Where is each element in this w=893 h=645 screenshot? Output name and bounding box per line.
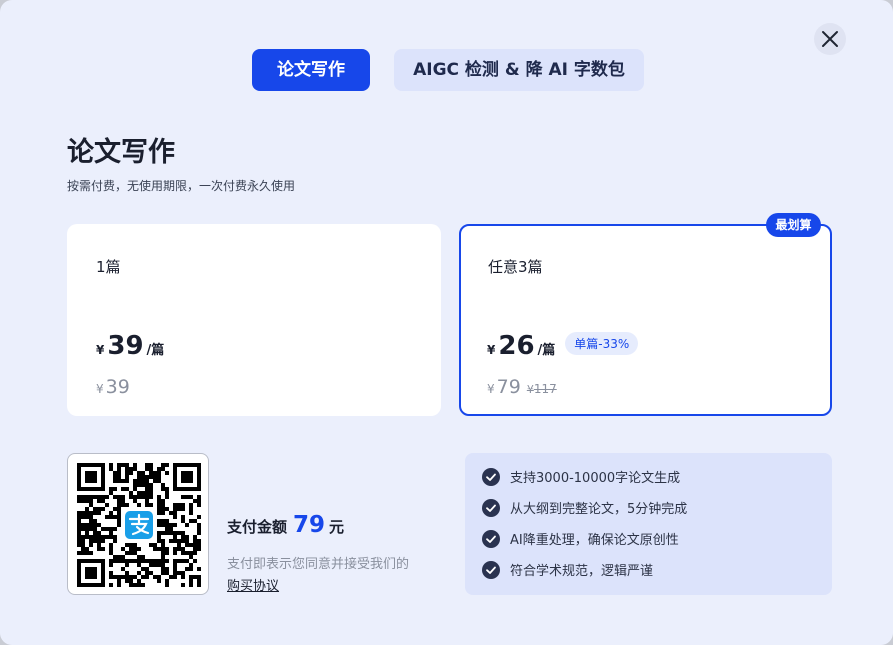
currency-symbol: ¥ — [487, 343, 496, 357]
plan-card-single[interactable]: 1篇 ¥ 39 /篇 ¥ 39 — [67, 224, 441, 416]
section-title: 论文写作 — [67, 137, 175, 168]
check-circle-icon — [482, 498, 500, 517]
check-circle-icon — [482, 560, 500, 579]
feature-text: 从大纲到完整论文，5分钟完成 — [510, 502, 688, 517]
payment-amount: 79 — [293, 512, 326, 538]
total-amount: 39 — [105, 376, 130, 398]
purchase-modal: 论文写作 AIGC 检测 & 降 AI 字数包 论文写作 按需付费，无使用期限，… — [0, 0, 893, 645]
close-button[interactable] — [814, 23, 846, 55]
original-price: ¥117 — [527, 382, 557, 396]
feature-text: 支持3000-10000字论文生成 — [510, 471, 681, 486]
purchase-agreement-link[interactable]: 购买协议 — [227, 575, 279, 594]
discount-badge: 单篇-33% — [565, 331, 639, 355]
currency-symbol: ¥ — [96, 343, 105, 357]
payment-qr-code — [67, 453, 209, 595]
check-circle-icon — [482, 529, 500, 548]
plan-price: ¥ 26 /篇 单篇-33% — [487, 331, 639, 361]
agreement-text: 支付即表示您同意并接受我们的 — [227, 557, 410, 572]
plan-price: ¥ 39 /篇 — [96, 331, 164, 361]
total-currency: ¥ — [487, 382, 495, 396]
close-icon — [822, 31, 838, 47]
section-subtitle: 按需付费，无使用期限，一次付费永久使用 — [67, 179, 296, 193]
original-currency: ¥ — [526, 383, 534, 396]
check-circle-icon — [482, 467, 500, 486]
best-value-badge: 最划算 — [766, 213, 821, 237]
payment-unit: 元 — [329, 518, 345, 536]
alipay-qr-code — [77, 463, 201, 587]
total-currency: ¥ — [96, 382, 104, 396]
plan-name: 1篇 — [96, 258, 121, 276]
feature-list: 支持3000-10000字论文生成 从大纲到完整论文，5分钟完成 AI降重处理，… — [465, 453, 832, 595]
payment-label: 支付金额 — [227, 518, 288, 536]
tab-paper-writing[interactable]: 论文写作 — [252, 49, 370, 91]
feature-item: 支持3000-10000字论文生成 — [482, 467, 680, 486]
plan-total: ¥ 39 — [96, 376, 130, 398]
price-amount: 26 — [498, 331, 535, 361]
feature-text: AI降重处理，确保论文原创性 — [510, 533, 679, 548]
total-amount: 79 — [496, 376, 521, 398]
plan-total: ¥ 79 ¥117 — [487, 376, 557, 398]
price-unit: /篇 — [146, 343, 165, 358]
plan-name: 任意3篇 — [488, 258, 543, 276]
payment-amount-row: 支付金额 79 元 — [227, 512, 344, 538]
feature-item: 符合学术规范，逻辑严谨 — [482, 560, 653, 579]
feature-item: 从大纲到完整论文，5分钟完成 — [482, 498, 687, 517]
original-amount: 117 — [533, 382, 557, 396]
plan-card-three[interactable]: 任意3篇 ¥ 26 /篇 单篇-33% ¥ 79 ¥117 — [459, 224, 832, 416]
price-unit: /篇 — [537, 343, 556, 358]
tab-aigc-detection[interactable]: AIGC 检测 & 降 AI 字数包 — [394, 49, 644, 91]
feature-text: 符合学术规范，逻辑严谨 — [510, 564, 654, 579]
feature-item: AI降重处理，确保论文原创性 — [482, 529, 679, 548]
price-amount: 39 — [107, 331, 144, 361]
tab-bar: 论文写作 AIGC 检测 & 降 AI 字数包 — [252, 49, 644, 91]
